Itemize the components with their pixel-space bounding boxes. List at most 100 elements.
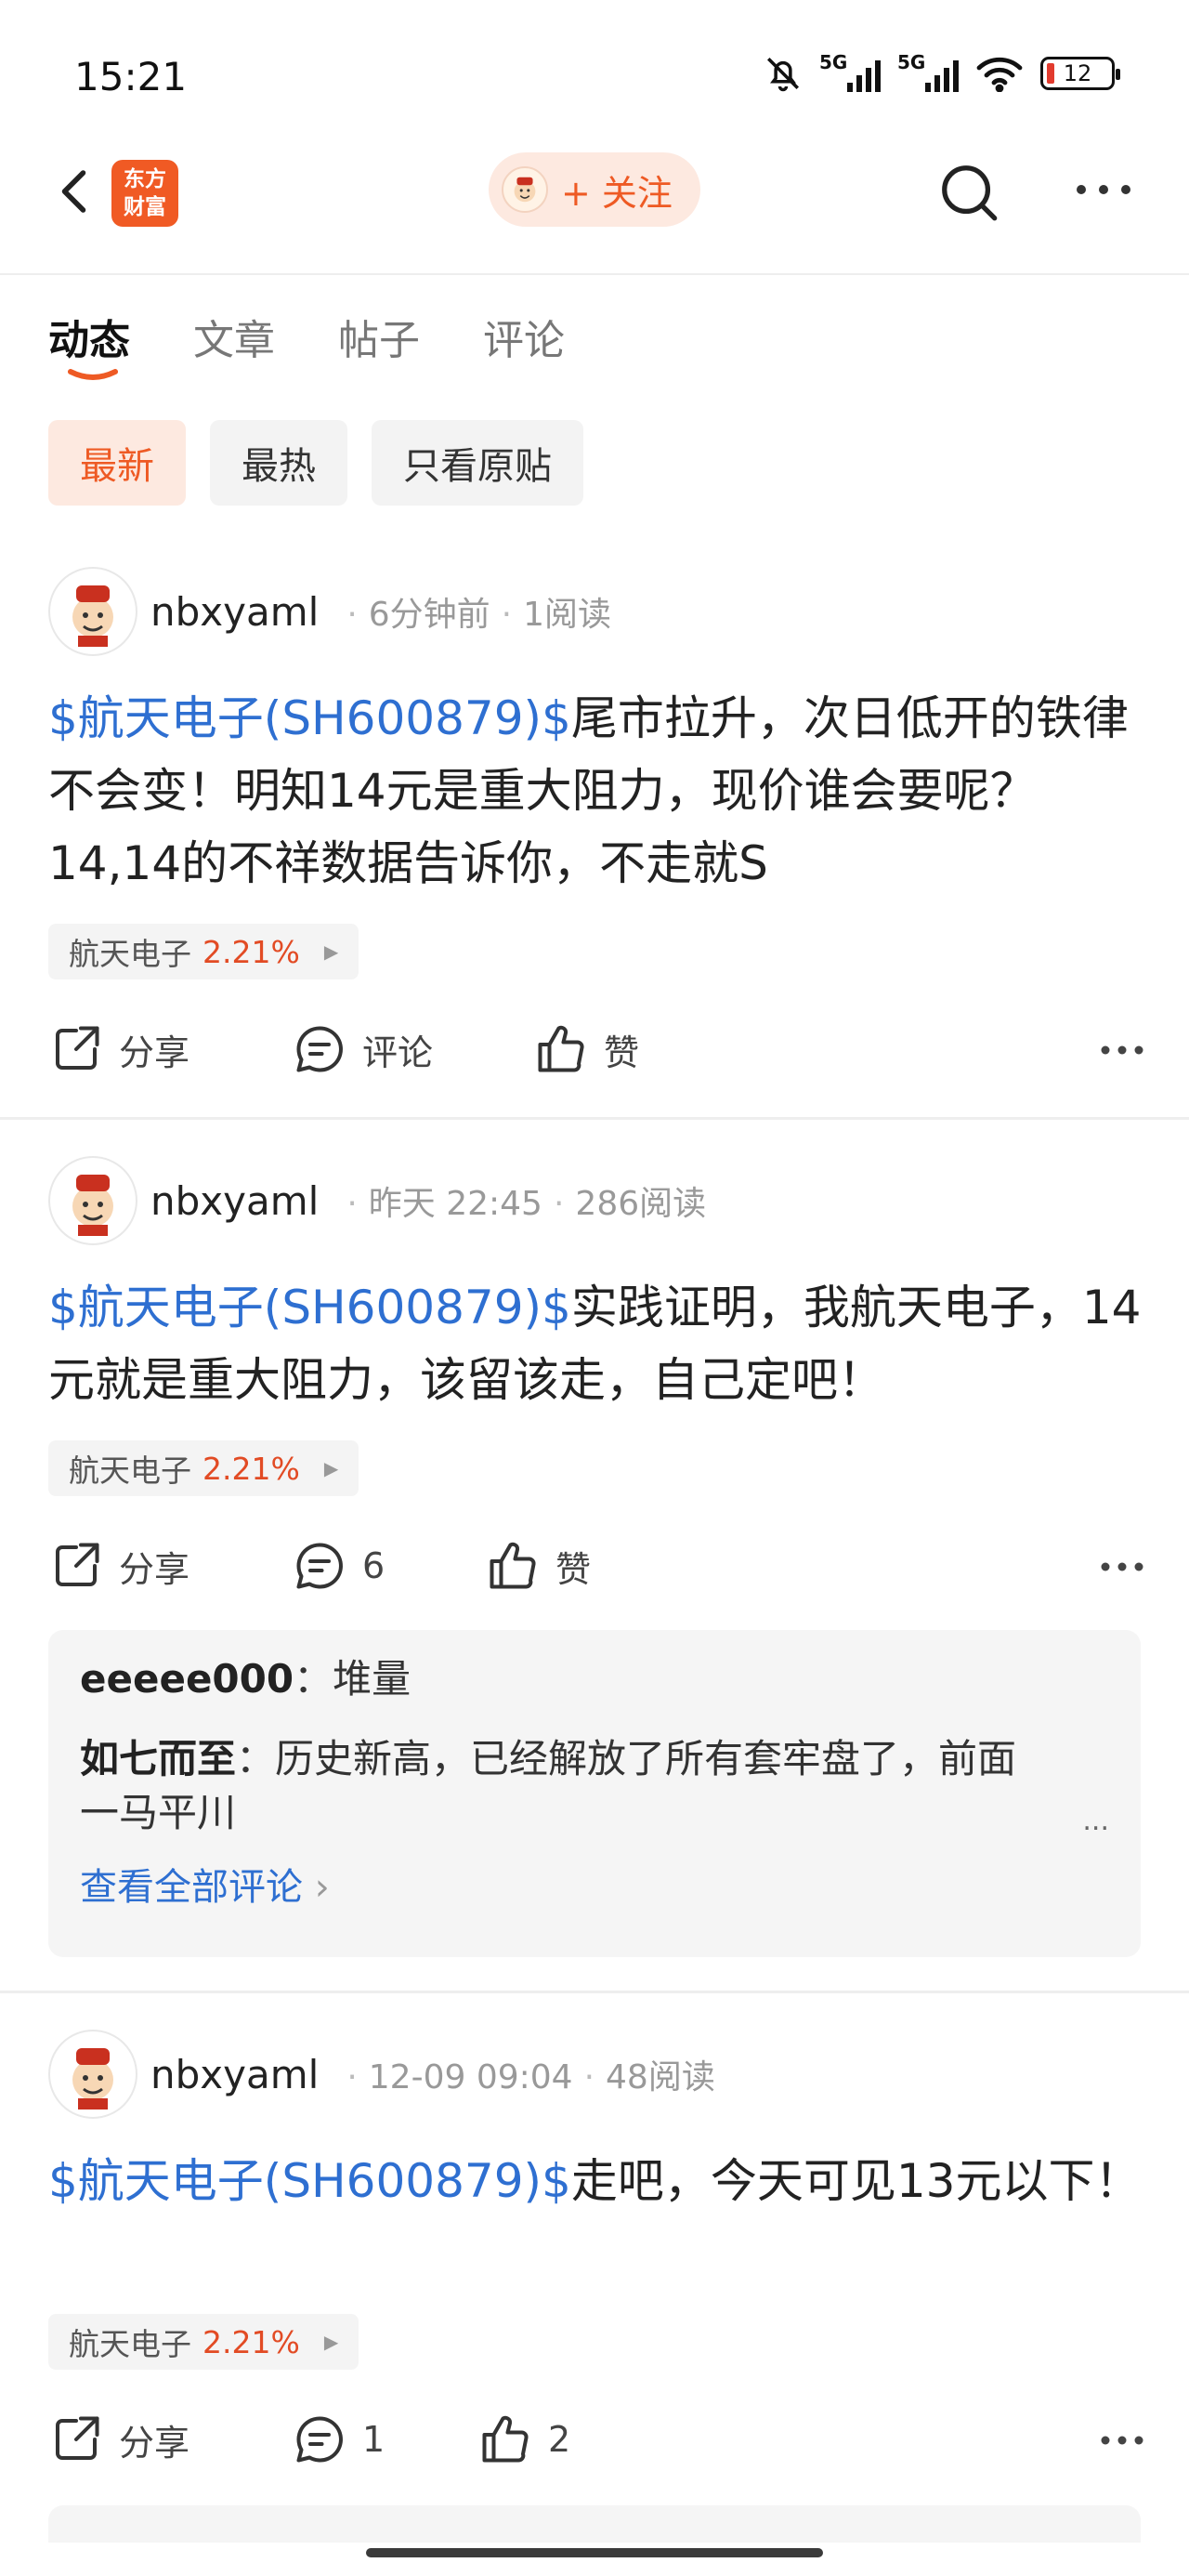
triangle-right-icon: ▶: [323, 1457, 339, 1479]
like-button[interactable]: 2: [477, 2407, 570, 2472]
username[interactable]: nbxyaml: [150, 2052, 319, 2097]
back-icon[interactable]: [48, 164, 104, 219]
view-all-label: 查看全部评论: [80, 1866, 303, 1909]
comment-preview-partial: [48, 2505, 1141, 2543]
signal-icon: 5G: [897, 51, 959, 92]
tab-posts[interactable]: 帖子: [338, 307, 420, 366]
filter-hot[interactable]: 最热: [210, 420, 347, 506]
filter-original-only[interactable]: 只看原贴: [372, 420, 583, 506]
more-icon[interactable]: [1074, 180, 1133, 199]
status-icons: 5G 5G 12: [764, 51, 1120, 93]
post-header: nbxyaml · 6分钟前 · 1阅读: [48, 567, 611, 656]
stock-tag-name: 航天电子: [69, 1452, 191, 1489]
bell-off-icon: [767, 58, 799, 92]
home-indicator[interactable]: [366, 2548, 823, 2557]
more-options-icon[interactable]: [1100, 1561, 1144, 1572]
comment-button[interactable]: 评论: [292, 1017, 433, 1082]
post-reads: 286阅读: [575, 1185, 707, 1223]
post-content[interactable]: $航天电子(SH600879)$尾市拉升，次日低开的铁律不会变！明知14元是重大…: [48, 682, 1144, 900]
status-time: 15:21: [74, 54, 188, 99]
username[interactable]: nbxyaml: [150, 1178, 319, 1224]
avatar[interactable]: [48, 567, 137, 656]
share-button[interactable]: 分享: [48, 2407, 189, 2472]
comment-item: 如七而至：历史新高，已经解放了所有套牢盘了，前面一马平川: [80, 1736, 1017, 1835]
comment-button[interactable]: 1: [292, 2407, 385, 2472]
like-button[interactable]: 赞: [533, 1017, 639, 1082]
comment-preview[interactable]: eeeee000：堆量 如七而至：历史新高，已经解放了所有套牢盘了，前面一马平川…: [48, 1630, 1141, 1957]
post-header: nbxyaml · 12-09 09:04 · 48阅读: [48, 2030, 715, 2119]
comment-count: 1: [362, 2419, 385, 2460]
signal-label: 5G: [897, 51, 926, 73]
tab-articles[interactable]: 文章: [193, 307, 275, 366]
follow-button[interactable]: + 关注: [489, 152, 700, 227]
comment-button[interactable]: 6: [292, 1533, 385, 1598]
caishen-avatar-icon: [72, 1175, 113, 1236]
stock-tag-name: 航天电子: [69, 936, 191, 972]
status-bar: 15:21 5G 5G 12: [0, 0, 1189, 139]
avatar[interactable]: [48, 1156, 137, 1245]
view-all-comments-link[interactable]: 查看全部评论 ›: [80, 1857, 1109, 1911]
comment-user[interactable]: eeeee000: [80, 1656, 294, 1702]
logo-line-1: 东方: [124, 167, 166, 191]
stock-tag-change: 2.21%: [203, 1450, 300, 1487]
follow-avatar: [502, 166, 548, 213]
stock-tag[interactable]: 航天电子 2.21% ▶: [48, 924, 359, 979]
comment-user[interactable]: 如七而至: [80, 1736, 236, 1781]
like-button[interactable]: 赞: [485, 1533, 591, 1598]
post-content[interactable]: $航天电子(SH600879)$实践证明，我航天电子，14元就是重大阻力，该留该…: [48, 1271, 1144, 1416]
comment-icon: [296, 2416, 343, 2463]
active-tab-indicator: [68, 369, 118, 380]
caishen-avatar-icon: [514, 177, 536, 203]
tab-dynamics[interactable]: 动态: [48, 307, 130, 366]
divider: [0, 1117, 1189, 1120]
share-icon: [56, 1543, 99, 1586]
triangle-right-icon: ▶: [323, 940, 339, 963]
post-time: 昨天 22:45: [368, 1185, 542, 1223]
stock-link[interactable]: $航天电子(SH600879)$: [48, 691, 571, 745]
more-options-icon[interactable]: [1100, 2435, 1144, 2446]
post-reads: 48阅读: [606, 2058, 715, 2096]
more-options-icon[interactable]: [1100, 1045, 1144, 1056]
comment-icon: [296, 1543, 343, 1589]
stock-link[interactable]: $航天电子(SH600879)$: [48, 1281, 571, 1334]
post-content[interactable]: $航天电子(SH600879)$走吧，今天可见13元以下！: [48, 2145, 1144, 2217]
post-actions: 分享 1 2: [48, 2407, 1144, 2472]
signal-label: 5G: [819, 51, 848, 73]
comment-text: 堆量: [333, 1656, 412, 1702]
filter-latest[interactable]: 最新: [48, 420, 186, 506]
share-label: 分享: [119, 2422, 190, 2464]
tab-comments[interactable]: 评论: [483, 307, 565, 366]
post-actions: 分享 6 赞: [48, 1533, 1144, 1598]
stock-tag-name: 航天电子: [69, 2326, 191, 2362]
logo-line-2: 财富: [124, 195, 166, 219]
stock-tag[interactable]: 航天电子 2.21% ▶: [48, 1440, 359, 1496]
post-time: 6分钟前: [368, 596, 490, 634]
stock-tag-change: 2.21%: [203, 2323, 300, 2360]
caishen-avatar-icon: [72, 585, 113, 647]
caishen-avatar-icon: [72, 2048, 113, 2109]
username[interactable]: nbxyaml: [150, 589, 319, 635]
thumbs-up-icon: [482, 2415, 529, 2463]
comment-label: 评论: [362, 1032, 434, 1073]
thumbs-up-icon: [490, 1542, 536, 1589]
triangle-right-icon: ▶: [323, 2331, 339, 2353]
stock-link[interactable]: $航天电子(SH600879)$: [48, 2154, 571, 2208]
post-actions: 分享 评论 赞: [48, 1017, 1144, 1082]
stock-tag[interactable]: 航天电子 2.21% ▶: [48, 2314, 359, 2370]
signal-icon: 5G: [819, 51, 881, 92]
post-reads: 1阅读: [523, 596, 612, 634]
share-label: 分享: [119, 1548, 190, 1590]
avatar[interactable]: [48, 2030, 137, 2119]
like-label: 赞: [604, 1032, 640, 1073]
battery-level: 12: [1063, 60, 1092, 86]
share-button[interactable]: 分享: [48, 1533, 189, 1598]
thumbs-up-icon: [538, 1025, 584, 1072]
share-icon: [56, 1026, 99, 1070]
comment-icon: [296, 1026, 343, 1072]
share-button[interactable]: 分享: [48, 1017, 189, 1082]
follow-label: + 关注: [561, 172, 673, 214]
filter-chips: 最新 最热 只看原贴: [48, 420, 583, 506]
content-tabs: 动态 文章 帖子 评论: [48, 307, 565, 366]
app-logo: 东方 财富: [111, 160, 178, 227]
search-icon[interactable]: [936, 160, 1001, 225]
